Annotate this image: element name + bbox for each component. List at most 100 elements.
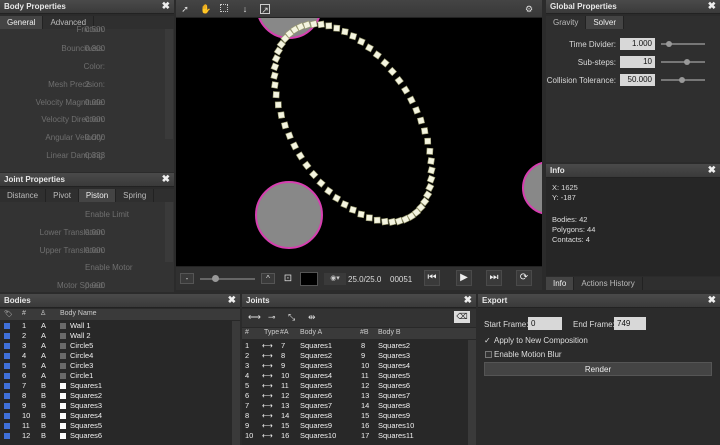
- fit-view-icon[interactable]: ⊡: [281, 272, 295, 286]
- square-link[interactable]: [271, 81, 279, 89]
- table-row[interactable]: 7 ⟷ 13 Squares7 14 Squares8: [242, 401, 475, 411]
- square-link[interactable]: [341, 27, 349, 36]
- selection-marker[interactable]: [4, 343, 10, 349]
- column-header[interactable]: #: [22, 310, 26, 317]
- background-color-swatch[interactable]: [300, 272, 318, 286]
- square-link[interactable]: [295, 151, 305, 161]
- prop-value[interactable]: 0.000: [85, 228, 105, 237]
- tab-piston[interactable]: Piston: [78, 189, 117, 202]
- slider-knob[interactable]: [679, 77, 685, 83]
- square-link[interactable]: [380, 58, 390, 68]
- piston-joint-icon[interactable]: ⇹: [308, 312, 316, 323]
- square-link[interactable]: [357, 37, 366, 46]
- tab-distance[interactable]: Distance: [0, 189, 47, 202]
- tab-solver[interactable]: Solver: [586, 16, 625, 29]
- square-link[interactable]: [309, 20, 318, 29]
- tab-info[interactable]: Info: [546, 277, 575, 290]
- square-link[interactable]: [272, 91, 280, 99]
- square-link[interactable]: [424, 137, 432, 145]
- end-frame-input[interactable]: 749: [614, 317, 646, 330]
- scrollbar[interactable]: [165, 29, 173, 139]
- pivot-joint-icon[interactable]: ⊸: [268, 312, 276, 323]
- table-row[interactable]: 5 A Circle3: [0, 361, 238, 371]
- square-link[interactable]: [333, 24, 341, 32]
- square-link[interactable]: [406, 95, 416, 105]
- scrollbar[interactable]: [165, 202, 173, 262]
- square-link[interactable]: [364, 43, 374, 53]
- square-link[interactable]: [394, 75, 404, 86]
- table-row[interactable]: 10 B Squares4: [0, 411, 238, 421]
- table-row[interactable]: 5 ⟷ 11 Squares5 12 Squares6: [242, 381, 475, 391]
- zoom-slider[interactable]: [200, 278, 255, 280]
- delete-joint-icon[interactable]: ⌫: [454, 311, 470, 323]
- square-link[interactable]: [270, 71, 279, 80]
- column-header[interactable]: Body B: [378, 329, 401, 336]
- simulation-viewport[interactable]: [176, 18, 542, 266]
- slider-knob[interactable]: [666, 41, 672, 47]
- table-row[interactable]: 4 ⟷ 10 Squares4 11 Squares5: [242, 371, 475, 381]
- square-link[interactable]: [324, 186, 334, 196]
- square-link[interactable]: [317, 20, 325, 29]
- tab-gravity[interactable]: Gravity: [546, 16, 587, 29]
- distance-joint-icon[interactable]: ⟷: [248, 312, 261, 323]
- selection-marker[interactable]: [4, 323, 10, 329]
- prop-value[interactable]: 0.333: [85, 151, 105, 160]
- table-row[interactable]: 9 B Squares3: [0, 401, 238, 411]
- start-frame-input[interactable]: 0: [528, 317, 562, 330]
- square-link[interactable]: [271, 54, 281, 64]
- selection-marker[interactable]: [4, 423, 10, 429]
- rewind-button[interactable]: ⏮: [424, 270, 440, 286]
- prop-value[interactable]: 0.000: [85, 98, 105, 107]
- prop-value[interactable]: 0.000: [85, 133, 105, 142]
- square-link[interactable]: [348, 205, 357, 214]
- square-link[interactable]: [426, 174, 436, 184]
- apply-checkbox[interactable]: ✓: [484, 336, 491, 345]
- table-row[interactable]: 6 A Circle1: [0, 371, 238, 381]
- square-link[interactable]: [420, 127, 429, 135]
- column-header[interactable]: Body A: [300, 329, 322, 336]
- hand-icon[interactable]: ✋: [200, 4, 211, 14]
- selection-marker[interactable]: [4, 403, 10, 409]
- collision-tolerance-input[interactable]: 50.000: [620, 74, 655, 86]
- zoom-slider-knob[interactable]: [212, 275, 219, 282]
- table-row[interactable]: 2 ⟷ 8 Squares2 9 Squares3: [242, 351, 475, 361]
- sub-steps-input[interactable]: 10: [620, 56, 655, 68]
- square-link[interactable]: [427, 166, 436, 175]
- table-row[interactable]: 2 A Wall 2: [0, 331, 238, 341]
- sub-steps-slider[interactable]: [661, 61, 705, 63]
- table-row[interactable]: 3 ⟷ 9 Squares3 10 Squares4: [242, 361, 475, 371]
- selection-marker[interactable]: [4, 363, 10, 369]
- square-link[interactable]: [401, 85, 411, 95]
- selection-marker[interactable]: [4, 353, 10, 359]
- square-link[interactable]: [302, 160, 312, 171]
- square-link[interactable]: [426, 147, 434, 155]
- table-row[interactable]: 10 ⟷ 16 Squares10 17 Squares11: [242, 431, 475, 441]
- square-link[interactable]: [340, 200, 349, 209]
- spring-joint-icon[interactable]: ⤡: [288, 312, 295, 323]
- enable-limit-checkbox[interactable]: Enable Limit: [85, 210, 129, 219]
- column-header[interactable]: Type: [264, 329, 279, 336]
- table-row[interactable]: 1 A Wall 1: [0, 321, 238, 331]
- scrollbar[interactable]: [232, 321, 240, 445]
- column-header[interactable]: Body Name: [60, 310, 97, 317]
- prop-value[interactable]: 0.000: [85, 115, 105, 124]
- render-button[interactable]: Render: [484, 362, 712, 376]
- square-link[interactable]: [332, 193, 342, 203]
- motion-blur-checkbox[interactable]: [485, 351, 492, 358]
- prop-value[interactable]: 2: [85, 80, 89, 89]
- expand-icon[interactable]: ↗: [260, 4, 270, 15]
- table-row[interactable]: 8 ⟷ 14 Squares8 15 Squares9: [242, 411, 475, 421]
- selection-marker[interactable]: [4, 413, 10, 419]
- close-icon[interactable]: ✖: [708, 164, 716, 178]
- table-row[interactable]: 11 B Squares5: [0, 421, 238, 431]
- slider-knob[interactable]: [684, 59, 690, 65]
- square-link[interactable]: [274, 101, 282, 109]
- table-row[interactable]: 9 ⟷ 15 Squares9 16 Squares10: [242, 421, 475, 431]
- square-link[interactable]: [270, 62, 280, 72]
- square-link[interactable]: [372, 50, 382, 60]
- scrollbar[interactable]: [468, 340, 476, 445]
- tab-spring[interactable]: Spring: [116, 189, 155, 202]
- selection-marker[interactable]: [4, 393, 10, 399]
- table-row[interactable]: 3 A Circle5: [0, 341, 238, 351]
- reset-button[interactable]: ⟳: [516, 270, 532, 286]
